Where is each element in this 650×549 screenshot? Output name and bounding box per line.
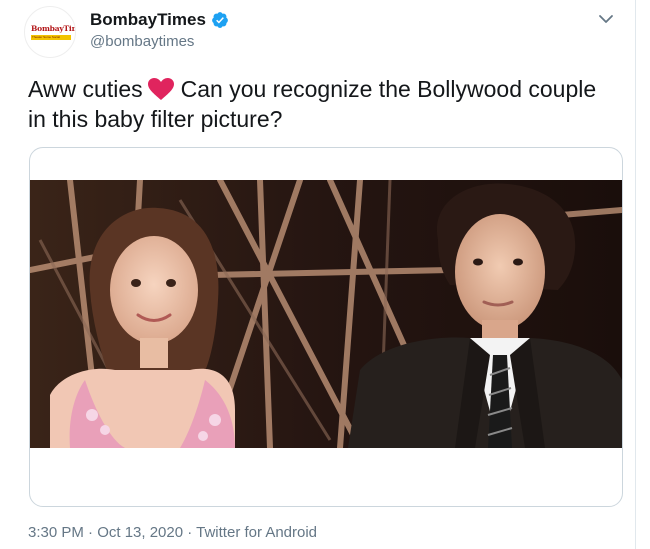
heart-emoji-icon <box>147 78 174 100</box>
tweet-header: BombayTimes Theater Some Social BombayTi… <box>24 6 615 58</box>
avatar-logo-text: BombayTimes <box>31 24 75 33</box>
author-handle[interactable]: @bombaytimes <box>90 33 194 50</box>
tweet-card: BombayTimes Theater Some Social BombayTi… <box>0 0 636 549</box>
tweet-media-card[interactable] <box>29 147 623 507</box>
author-name-row[interactable]: BombayTimes <box>90 9 229 31</box>
tweet-photo[interactable] <box>30 180 622 448</box>
display-name[interactable]: BombayTimes <box>90 10 206 30</box>
chevron-down-icon[interactable] <box>597 12 615 26</box>
verified-badge-icon <box>212 12 228 28</box>
tweet-text: Aww cuties Can you recognize the Bollywo… <box>28 74 618 134</box>
tweet-text-start: Aww cuties <box>28 76 143 102</box>
tweet-timestamp[interactable]: 3:30 PM · Oct 13, 2020 · Twitter for And… <box>28 524 317 541</box>
avatar[interactable]: BombayTimes Theater Some Social <box>24 6 76 58</box>
avatar-tagline: Theater Some Social <box>32 35 61 39</box>
